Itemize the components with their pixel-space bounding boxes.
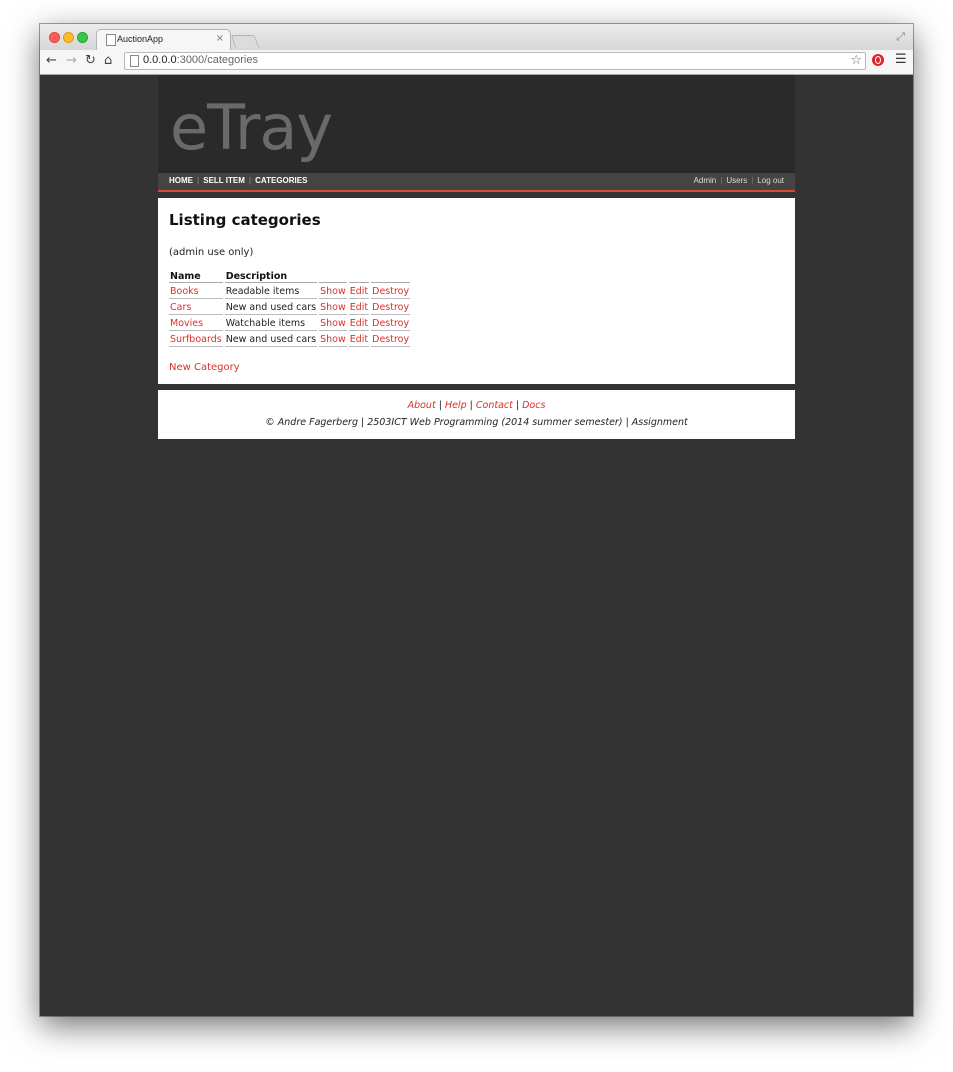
category-name-link[interactable]: Cars bbox=[170, 302, 191, 313]
table-row: Movies Watchable items Show Edit Destroy bbox=[169, 317, 411, 331]
nav-home-link[interactable]: HOME bbox=[169, 176, 193, 185]
table-row: Surfboards New and used cars Show Edit D… bbox=[169, 333, 411, 347]
tab-title: AuctionApp bbox=[117, 34, 164, 44]
main-content: Listing categories (admin use only) Name… bbox=[158, 198, 795, 384]
admin-note: (admin use only) bbox=[169, 247, 254, 258]
table-row: Books Readable items Show Edit Destroy bbox=[169, 285, 411, 299]
footer-separator: | bbox=[515, 400, 520, 411]
destroy-link[interactable]: Destroy bbox=[372, 302, 409, 313]
reload-icon[interactable]: ↻ bbox=[85, 53, 96, 69]
table-row: Cars New and used cars Show Edit Destroy bbox=[169, 301, 411, 315]
home-icon[interactable]: ⌂ bbox=[104, 53, 112, 69]
category-name-link[interactable]: Movies bbox=[170, 318, 203, 329]
column-header-show bbox=[319, 270, 347, 283]
footer-separator: | bbox=[469, 400, 473, 411]
show-link[interactable]: Show bbox=[320, 334, 346, 345]
browser-toolbar: ← → ↻ ⌂ 0.0.0.0:3000/categories ☆ ☰ bbox=[40, 50, 913, 75]
category-name-link[interactable]: Books bbox=[170, 286, 199, 297]
browser-window: AuctionApp × ⤢ ← → ↻ ⌂ 0.0.0.0:3000/cate… bbox=[40, 24, 913, 1016]
destroy-link[interactable]: Destroy bbox=[372, 334, 409, 345]
close-tab-icon[interactable]: × bbox=[216, 33, 224, 44]
opera-extension-icon[interactable] bbox=[872, 54, 884, 66]
edit-link[interactable]: Edit bbox=[350, 302, 368, 313]
minimize-window-button[interactable] bbox=[63, 32, 74, 43]
category-name-link[interactable]: Surfboards bbox=[170, 334, 222, 345]
nav-logout-link[interactable]: Log out bbox=[757, 176, 784, 185]
footer-contact-link[interactable]: Contact bbox=[476, 400, 513, 411]
browser-tab[interactable]: AuctionApp × bbox=[96, 29, 231, 50]
show-link[interactable]: Show bbox=[320, 286, 346, 297]
new-category-link[interactable]: New Category bbox=[169, 362, 240, 373]
page-viewport: eTray HOME | SELL ITEM | CATEGORIES Admin | Us… bbox=[40, 75, 913, 1016]
category-description: New and used cars bbox=[224, 334, 318, 347]
edit-link[interactable]: Edit bbox=[350, 334, 368, 345]
nav-separator: | bbox=[197, 176, 200, 185]
column-header-description: Description bbox=[224, 270, 318, 283]
column-header-name: Name bbox=[169, 270, 223, 283]
url-path: :3000/categories bbox=[176, 54, 258, 66]
close-window-button[interactable] bbox=[49, 32, 60, 43]
footer-separator: | bbox=[438, 400, 442, 411]
column-header-edit bbox=[348, 270, 370, 283]
site-header: eTray bbox=[158, 75, 795, 173]
url-host: 0.0.0.0 bbox=[143, 54, 177, 66]
nav-separator: | bbox=[720, 176, 723, 185]
address-bar[interactable]: 0.0.0.0:3000/categories ☆ bbox=[124, 52, 866, 70]
show-link[interactable]: Show bbox=[320, 302, 346, 313]
nav-left: HOME | SELL ITEM | CATEGORIES bbox=[169, 176, 307, 185]
zoom-window-button[interactable] bbox=[77, 32, 88, 43]
nav-users-link[interactable]: Users bbox=[726, 176, 747, 185]
category-description: Watchable items bbox=[224, 317, 318, 331]
nav-categories-link[interactable]: CATEGORIES bbox=[255, 176, 307, 185]
categories-table: Name Description Books Readable items Sh… bbox=[167, 268, 412, 349]
edit-link[interactable]: Edit bbox=[350, 318, 368, 329]
forward-arrow-icon[interactable]: → bbox=[66, 53, 77, 69]
footer-docs-link[interactable]: Docs bbox=[522, 400, 545, 411]
site-logo[interactable]: eTray bbox=[170, 93, 333, 163]
page-icon bbox=[106, 34, 116, 46]
destroy-link[interactable]: Destroy bbox=[372, 318, 409, 329]
menu-icon[interactable]: ☰ bbox=[895, 52, 907, 67]
footer-links: About | Help | Contact | Docs bbox=[158, 400, 795, 411]
url-text[interactable]: 0.0.0.0:3000/categories bbox=[143, 54, 258, 66]
browser-titlebar: AuctionApp × ⤢ bbox=[40, 24, 913, 50]
page-title: Listing categories bbox=[169, 211, 321, 229]
category-description: New and used cars bbox=[224, 302, 318, 315]
site-footer: About | Help | Contact | Docs © Andre Fa… bbox=[158, 390, 795, 439]
nav-right: Admin | Users | Log out bbox=[694, 176, 784, 185]
nav-admin-link[interactable]: Admin bbox=[694, 176, 717, 185]
site-navbar: HOME | SELL ITEM | CATEGORIES Admin | Users | Lo… bbox=[158, 173, 795, 192]
column-header-destroy bbox=[371, 270, 411, 283]
new-tab-button[interactable] bbox=[230, 35, 260, 48]
footer-about-link[interactable]: About bbox=[408, 400, 436, 411]
nav-sell-item-link[interactable]: SELL ITEM bbox=[203, 176, 245, 185]
destroy-link[interactable]: Destroy bbox=[372, 286, 409, 297]
bookmark-star-icon[interactable]: ☆ bbox=[850, 53, 862, 68]
edit-link[interactable]: Edit bbox=[350, 286, 368, 297]
show-link[interactable]: Show bbox=[320, 318, 346, 329]
fullscreen-icon[interactable]: ⤢ bbox=[896, 30, 905, 44]
nav-separator: | bbox=[751, 176, 754, 185]
back-arrow-icon[interactable]: ← bbox=[46, 53, 57, 69]
footer-credit: © Andre Fagerberg | 2503ICT Web Programm… bbox=[265, 417, 688, 428]
table-header-row: Name Description bbox=[169, 270, 411, 283]
page-icon bbox=[130, 55, 139, 67]
footer-help-link[interactable]: Help bbox=[445, 400, 467, 411]
site-container: eTray HOME | SELL ITEM | CATEGORIES Admin | Us… bbox=[158, 75, 795, 439]
nav-separator: | bbox=[248, 176, 252, 185]
category-description: Readable items bbox=[224, 285, 318, 299]
